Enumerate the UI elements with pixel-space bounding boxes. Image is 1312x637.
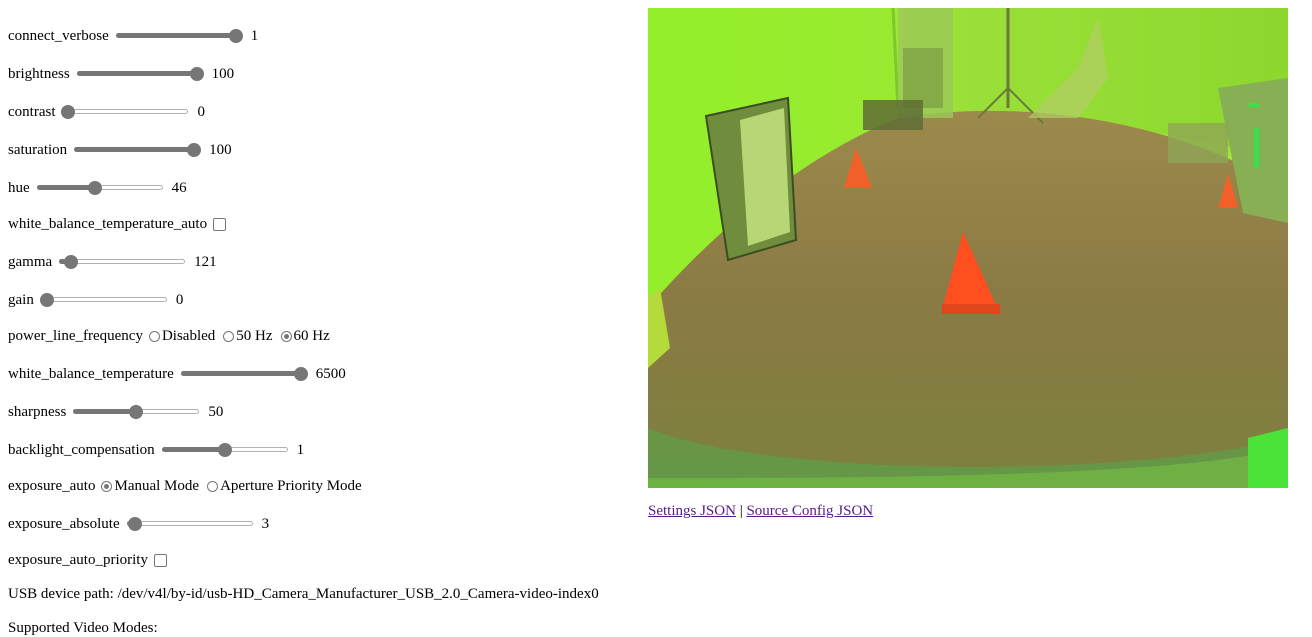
- slider-thumb[interactable]: [129, 405, 144, 419]
- sharpness-value: 50: [208, 403, 224, 420]
- exposure-absolute-row: exposure_absolute 3: [8, 514, 269, 534]
- saturation-slider[interactable]: [73, 142, 202, 158]
- slider-track: [62, 109, 189, 114]
- connect-verbose-value: 1: [250, 27, 259, 44]
- power-line-option-label: Disabled: [161, 327, 216, 344]
- contrast-label: contrast: [8, 103, 56, 120]
- exposure-radio-manual[interactable]: [101, 480, 113, 492]
- hue-value: 46: [171, 179, 187, 196]
- power-line-option-label: 50 Hz: [236, 327, 273, 344]
- slider-thumb[interactable]: [61, 105, 76, 119]
- slider-track: [40, 297, 167, 302]
- contrast-row: contrast 0: [8, 102, 205, 122]
- sharpness-label: sharpness: [8, 403, 67, 420]
- exposure-auto-label: exposure_auto: [8, 477, 96, 494]
- white-balance-auto-row: white_balance_temperature_auto: [8, 214, 227, 234]
- power-line-frequency-label: power_line_frequency: [8, 327, 143, 344]
- white-balance-temperature-row: white_balance_temperature 6500: [8, 364, 346, 384]
- brightness-label: brightness: [8, 65, 70, 82]
- saturation-value: 100: [209, 141, 232, 158]
- gamma-label: gamma: [8, 253, 53, 270]
- gamma-value: 121: [194, 253, 217, 270]
- white-balance-auto-label: white_balance_temperature_auto: [8, 215, 208, 232]
- brightness-value: 100: [211, 65, 235, 82]
- slider-thumb[interactable]: [88, 181, 103, 195]
- saturation-row: saturation 100: [8, 140, 232, 160]
- exposure-radio-aperture[interactable]: [207, 480, 219, 492]
- brightness-slider[interactable]: [76, 66, 204, 82]
- exposure-absolute-value: 3: [261, 515, 270, 532]
- power-line-radio-50hz[interactable]: [223, 330, 235, 342]
- exposure-auto-priority-row: exposure_auto_priority: [8, 550, 167, 570]
- exposure-absolute-label: exposure_absolute: [8, 515, 120, 532]
- gain-slider[interactable]: [39, 292, 168, 308]
- white-balance-temperature-slider[interactable]: [180, 366, 308, 382]
- exposure-option-manual[interactable]: Manual Mode: [99, 478, 199, 495]
- backlight-compensation-value: 1: [296, 441, 305, 458]
- white-balance-auto-checkbox[interactable]: [213, 217, 227, 231]
- power-line-radio-disabled[interactable]: [148, 330, 160, 342]
- camera-stream-image: [648, 8, 1288, 488]
- gamma-row: gamma 121: [8, 252, 217, 272]
- backlight-compensation-label: backlight_compensation: [8, 441, 155, 458]
- supported-video-modes-heading: Supported Video Modes:: [8, 620, 158, 636]
- link-separator: |: [739, 503, 743, 519]
- slider-thumb[interactable]: [39, 293, 54, 307]
- slider-fill: [74, 147, 196, 152]
- connect-verbose-label: connect_verbose: [8, 27, 109, 44]
- gamma-slider[interactable]: [58, 254, 186, 270]
- exposure-option-aperture[interactable]: Aperture Priority Mode: [205, 478, 362, 495]
- backlight-compensation-row: backlight_compensation 1: [8, 440, 304, 460]
- sharpness-row: sharpness 50: [8, 402, 223, 422]
- hue-label: hue: [8, 179, 30, 196]
- slider-thumb[interactable]: [127, 517, 142, 531]
- gain-label: gain: [8, 291, 34, 308]
- exposure-absolute-slider[interactable]: [126, 516, 254, 532]
- slider-fill: [73, 409, 138, 414]
- power-line-option-50hz[interactable]: 50 Hz: [221, 327, 273, 345]
- slider-track: [59, 259, 186, 264]
- connect-verbose-row: connect_verbose 1: [8, 26, 258, 46]
- settings-json-link[interactable]: Settings JSON: [648, 503, 736, 519]
- connect-verbose-slider[interactable]: [115, 28, 243, 44]
- hue-row: hue 46: [8, 178, 187, 198]
- brightness-row: brightness 100: [8, 64, 234, 84]
- contrast-slider[interactable]: [61, 104, 189, 120]
- gain-value: 0: [175, 291, 184, 308]
- slider-fill: [180, 371, 302, 376]
- white-balance-temperature-value: 6500: [315, 365, 346, 382]
- json-links: Settings JSON | Source Config JSON: [648, 503, 873, 520]
- gain-row: gain 0: [8, 290, 183, 310]
- slider-thumb[interactable]: [64, 255, 79, 269]
- exposure-auto-priority-label: exposure_auto_priority: [8, 551, 148, 568]
- hue-slider[interactable]: [36, 180, 164, 196]
- slider-thumb[interactable]: [189, 67, 204, 81]
- slider-thumb[interactable]: [187, 143, 202, 157]
- slider-thumb[interactable]: [217, 443, 232, 457]
- exposure-auto-priority-checkbox[interactable]: [153, 553, 167, 567]
- slider-fill: [76, 71, 198, 76]
- contrast-value: 0: [197, 103, 205, 120]
- exposure-auto-row: exposure_auto Manual Mode Aperture Prior…: [8, 476, 368, 496]
- slider-track: [126, 521, 253, 526]
- power-line-option-disabled[interactable]: Disabled: [147, 328, 215, 345]
- power-line-frequency-row: power_line_frequency Disabled 50 Hz 60 H…: [8, 326, 336, 346]
- power-line-option-label: 60 Hz: [293, 327, 330, 344]
- sharpness-slider[interactable]: [72, 404, 200, 420]
- white-balance-temperature-label: white_balance_temperature: [8, 365, 174, 382]
- slider-thumb[interactable]: [293, 367, 308, 381]
- saturation-label: saturation: [8, 141, 68, 158]
- slider-fill: [161, 447, 226, 452]
- usb-device-path: USB device path: /dev/v4l/by-id/usb-HD_C…: [8, 586, 599, 602]
- power-line-radio-60hz[interactable]: [280, 330, 292, 342]
- exposure-option-label: Aperture Priority Mode: [220, 477, 362, 494]
- slider-fill: [115, 33, 237, 38]
- source-config-json-link[interactable]: Source Config JSON: [746, 503, 873, 519]
- slider-thumb[interactable]: [228, 29, 243, 43]
- exposure-option-label: Manual Mode: [114, 477, 200, 494]
- backlight-compensation-slider[interactable]: [161, 442, 289, 458]
- power-line-option-60hz[interactable]: 60 Hz: [279, 328, 330, 345]
